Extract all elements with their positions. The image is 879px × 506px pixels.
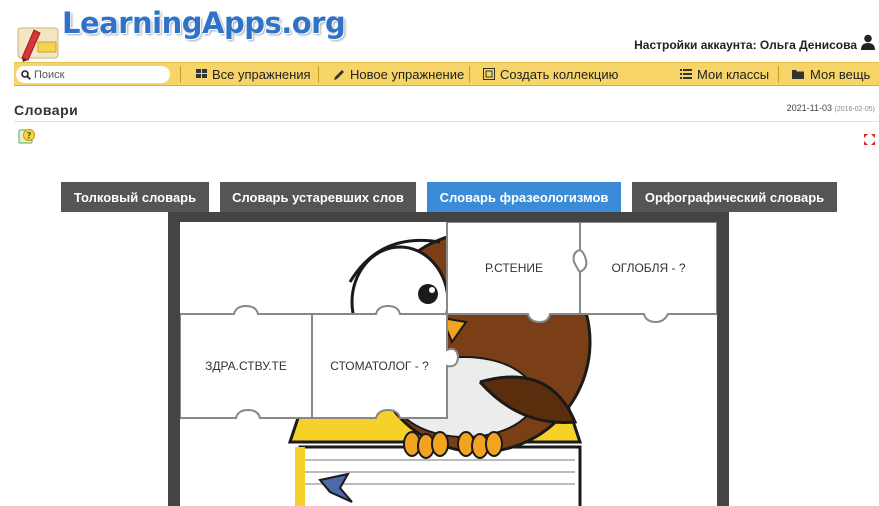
tab-label: Орфографический словарь (644, 189, 825, 205)
toolbar-divider (180, 66, 181, 83)
created-date: (2016-02-05) (834, 106, 875, 113)
puzzle-piece-text: СТОМАТОЛОГ - ? (330, 359, 429, 373)
all-exercises-button[interactable]: Все упражнения (196, 63, 311, 85)
tab-label: Толковый словарь (73, 189, 197, 205)
puzzle-piece-text: ОГЛОБЛЯ - ? (611, 261, 686, 275)
collection-icon (483, 68, 495, 80)
create-collection-label: Создать коллекцию (500, 66, 619, 82)
account-settings-link[interactable]: Настройки аккаунта: Ольга Денисова (634, 38, 857, 52)
page-title: Словари (14, 102, 79, 118)
fullscreen-icon[interactable] (864, 134, 875, 145)
help-icon[interactable]: ? (18, 128, 36, 146)
folder-icon (792, 70, 804, 79)
puzzle-piece[interactable]: ОГЛОБЛЯ - ? (580, 222, 717, 314)
puzzle-piece[interactable]: СТОМАТОЛОГ - ? (312, 314, 447, 418)
my-stuff-label: Моя вещь (810, 66, 871, 82)
puzzle-piece-text: ЗДРА.СТВУ.ТЕ (205, 359, 287, 373)
tab-label: Словарь устаревших слов (232, 189, 404, 205)
tab-label: Словарь фразеологизмов (439, 189, 609, 205)
tab-phraseology-dictionary[interactable]: Словарь фразеологизмов (427, 182, 621, 212)
tab-archaic-words-dictionary[interactable]: Словарь устаревших слов (220, 182, 416, 212)
puzzle-piece[interactable]: Р.СТЕНИЕ (448, 222, 580, 314)
logo[interactable]: LearningApps.org (14, 0, 346, 62)
toolbar-divider (318, 66, 319, 83)
toolbar-divider (469, 66, 470, 83)
logo-text[interactable]: LearningApps.org (62, 6, 346, 40)
new-exercise-button[interactable]: Новое упражнение (334, 63, 464, 85)
my-stuff-button[interactable]: Моя вещь (792, 63, 870, 85)
list-icon (680, 69, 692, 79)
tab-explanatory-dictionary[interactable]: Толковый словарь (61, 182, 209, 212)
user-icon[interactable] (861, 34, 875, 50)
puzzle-piece-text: Р.СТЕНИЕ (485, 261, 543, 275)
grid-icon (196, 69, 207, 78)
search-icon (21, 69, 31, 80)
my-classes-button[interactable]: Мои классы (680, 63, 769, 85)
pencil-icon (334, 69, 344, 80)
svg-text:?: ? (26, 132, 31, 142)
tab-spelling-dictionary[interactable]: Орфографический словарь (632, 182, 837, 212)
search-box[interactable] (16, 66, 170, 83)
pencil-logo-icon (17, 27, 59, 62)
app-frame: Р.СТЕНИЕ ОГЛОБЛЯ - ? ЗДРА.СТВУ.ТЕ СТОМАТ… (168, 212, 729, 506)
page-date: 2021-11-03 (2016-02-05) (787, 103, 875, 113)
all-exercises-label: Все упражнения (212, 66, 311, 82)
new-exercise-label: Новое упражнение (350, 66, 465, 82)
divider (14, 121, 879, 122)
search-input[interactable] (34, 68, 164, 81)
main-toolbar: Все упражнения Новое упражнение Создать … (14, 62, 879, 86)
modified-date: 2021-11-03 (786, 103, 833, 113)
create-collection-button[interactable]: Создать коллекцию (483, 63, 618, 85)
puzzle-piece[interactable]: ЗДРА.СТВУ.ТЕ (180, 314, 312, 418)
toolbar-divider (778, 66, 779, 83)
puzzle-board: Р.СТЕНИЕ ОГЛОБЛЯ - ? ЗДРА.СТВУ.ТЕ СТОМАТ… (180, 222, 717, 506)
my-classes-label: Мои классы (697, 66, 770, 82)
